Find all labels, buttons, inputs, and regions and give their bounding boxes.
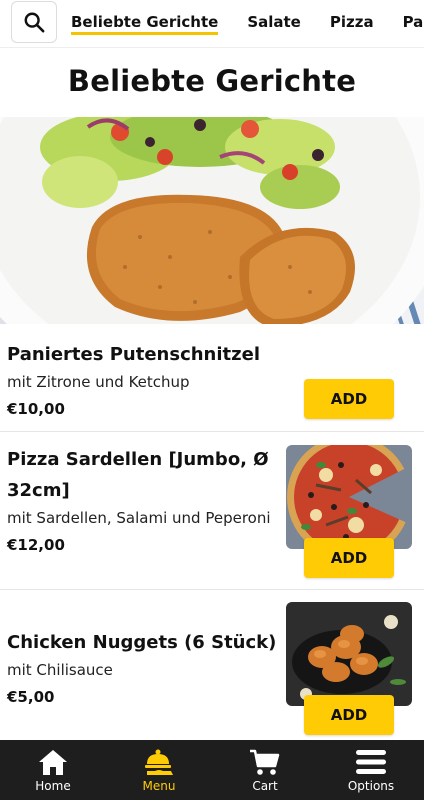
add-button[interactable]: ADD [304, 695, 394, 735]
search-button[interactable] [11, 1, 57, 43]
dish-row: Paniertes Putenschnitzel mit Zitrone und… [0, 324, 424, 432]
nav-options[interactable]: Options [318, 740, 424, 800]
pizza-image [286, 445, 412, 549]
bottom-navigation: Home Menu Cart Options [0, 740, 424, 800]
category-bar: Beliebte Gerichte Salate Pizza Pasta [0, 0, 424, 48]
nav-home[interactable]: Home [0, 740, 106, 800]
add-button[interactable]: ADD [304, 538, 394, 578]
nav-cart[interactable]: Cart [212, 740, 318, 800]
dish-description: mit Chilisauce [7, 661, 113, 679]
nav-label: Home [35, 779, 71, 793]
page-title: Beliebte Gerichte [67, 64, 357, 98]
tab-beliebte-gerichte[interactable]: Beliebte Gerichte [71, 0, 219, 47]
cart-icon [250, 749, 280, 775]
dish-price: €12,00 [7, 536, 65, 554]
dish-name: Pizza Sardellen [Jumbo, Ø 32cm] [7, 449, 269, 501]
add-button[interactable]: ADD [304, 379, 394, 419]
dish-info: Pizza Sardellen [Jumbo, Ø 32cm] mit Sard… [7, 444, 275, 558]
dish-row: Pizza Sardellen [Jumbo, Ø 32cm] mit Sard… [0, 432, 424, 590]
dish-description: mit Zitrone und Ketchup [7, 373, 190, 391]
tab-pizza[interactable]: Pizza [330, 0, 374, 47]
menu-cloche-icon [145, 749, 173, 775]
hero-dish-image [0, 117, 424, 324]
dish-price: €5,00 [7, 688, 55, 706]
nav-label: Menu [142, 779, 176, 793]
dish-name: Chicken Nuggets (6 Stück) [7, 632, 277, 653]
tab-salate[interactable]: Salate [247, 0, 301, 47]
dish-description: mit Sardellen, Salami und Peperoni [7, 509, 271, 527]
hamburger-icon [356, 750, 386, 774]
category-tabs: Beliebte Gerichte Salate Pizza Pasta [71, 0, 424, 47]
home-icon [39, 750, 67, 775]
dish-info: Paniertes Putenschnitzel mit Zitrone und… [7, 339, 307, 422]
nav-label: Options [347, 779, 395, 793]
dish-price: €10,00 [7, 400, 65, 418]
dish-name: Paniertes Putenschnitzel [7, 344, 260, 365]
dish-info: Chicken Nuggets (6 Stück) mit Chilisauce… [7, 627, 282, 710]
tab-pasta[interactable]: Pasta [403, 0, 424, 47]
nav-label: Cart [252, 779, 278, 793]
search-icon [24, 12, 45, 33]
dish-row: Chicken Nuggets (6 Stück) mit Chilisauce… [0, 590, 424, 740]
nav-menu[interactable]: Menu [106, 740, 212, 800]
chicken-nuggets-image [286, 602, 412, 706]
